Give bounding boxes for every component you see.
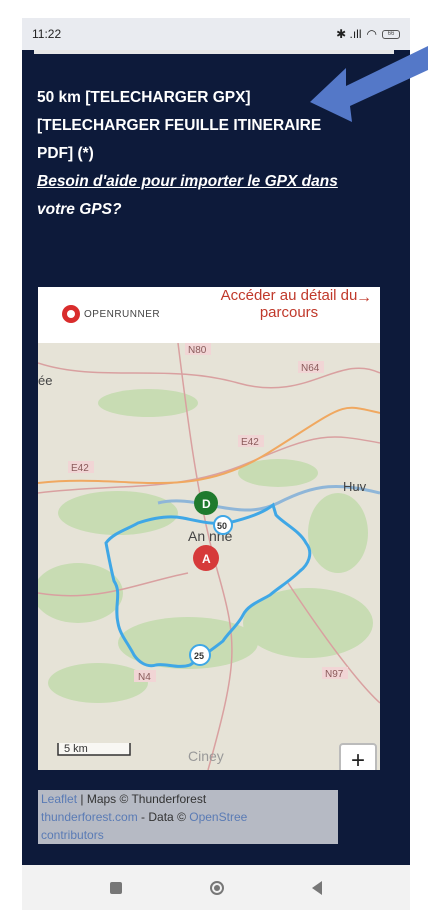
- openrunner-logo-icon: [62, 305, 80, 323]
- gpx-help-link-cont[interactable]: votre GPS?: [37, 196, 382, 224]
- zoom-in-button[interactable]: +: [339, 743, 377, 770]
- place-label-ciney: Ciney: [188, 748, 224, 764]
- place-label-huy: Huv: [343, 479, 367, 494]
- battery-icon: 66: [382, 29, 400, 39]
- data-credit: - Data ©: [137, 810, 190, 824]
- wifi-icon: ◠: [366, 27, 377, 41]
- road-label-n4: N4: [138, 672, 151, 683]
- road-label-n80: N80: [188, 345, 207, 356]
- status-time: 11:22: [32, 27, 62, 41]
- map-header: OPENRUNNER Accéder au détail du parcours…: [38, 287, 380, 343]
- openrunner-logo: OPENRUNNER: [62, 305, 160, 323]
- gpx-help-link[interactable]: Besoin d'aide pour importer le GPX dans: [37, 168, 382, 196]
- thunderforest-link[interactable]: thunderforest.com: [41, 810, 138, 824]
- annotation-arrow-icon: [310, 46, 428, 122]
- end-marker-label: A: [202, 552, 211, 566]
- km-marker-50-label: 50: [217, 521, 227, 531]
- road-label-n64: N64: [301, 363, 320, 374]
- road-label-e42: E42: [241, 437, 259, 448]
- start-marker-label: D: [202, 497, 211, 511]
- contributors-link[interactable]: contributors: [41, 826, 338, 844]
- map-attribution: Leaflet | Maps © Thunderforest thunderfo…: [38, 790, 338, 844]
- openrunner-logo-text: OPENRUNNER: [84, 308, 161, 320]
- back-icon[interactable]: [312, 880, 322, 895]
- road-label-n97: N97: [325, 669, 344, 680]
- recent-apps-icon[interactable]: [110, 881, 122, 894]
- km-marker-25-label: 25: [194, 651, 204, 661]
- place-label-ee: ée: [38, 373, 52, 388]
- map-widget[interactable]: N80 N64 E42 E42 N4 N97 ée Huv An nne Cin…: [38, 287, 380, 770]
- bluetooth-signal-icon: ✱ .ıll: [336, 27, 362, 41]
- leaflet-link[interactable]: Leaflet: [41, 792, 77, 806]
- pdf-note: PDF] (*): [37, 145, 94, 162]
- arrow-right-icon[interactable]: →: [356, 289, 372, 307]
- scale-label: 5 km: [64, 743, 88, 755]
- road-label-e42-west: E42: [71, 463, 89, 474]
- map-canvas[interactable]: N80 N64 E42 E42 N4 N97 ée Huv An nne Cin…: [38, 343, 380, 770]
- route-detail-link[interactable]: Accéder au détail du parcours: [214, 287, 364, 321]
- status-icons: ✱ .ıll ◠ 66: [336, 27, 400, 41]
- android-nav-bar: [22, 865, 410, 910]
- openstreetmap-link[interactable]: OpenStree: [189, 810, 247, 824]
- maps-credit: | Maps © Thunderforest: [77, 792, 207, 806]
- home-icon[interactable]: [210, 880, 224, 895]
